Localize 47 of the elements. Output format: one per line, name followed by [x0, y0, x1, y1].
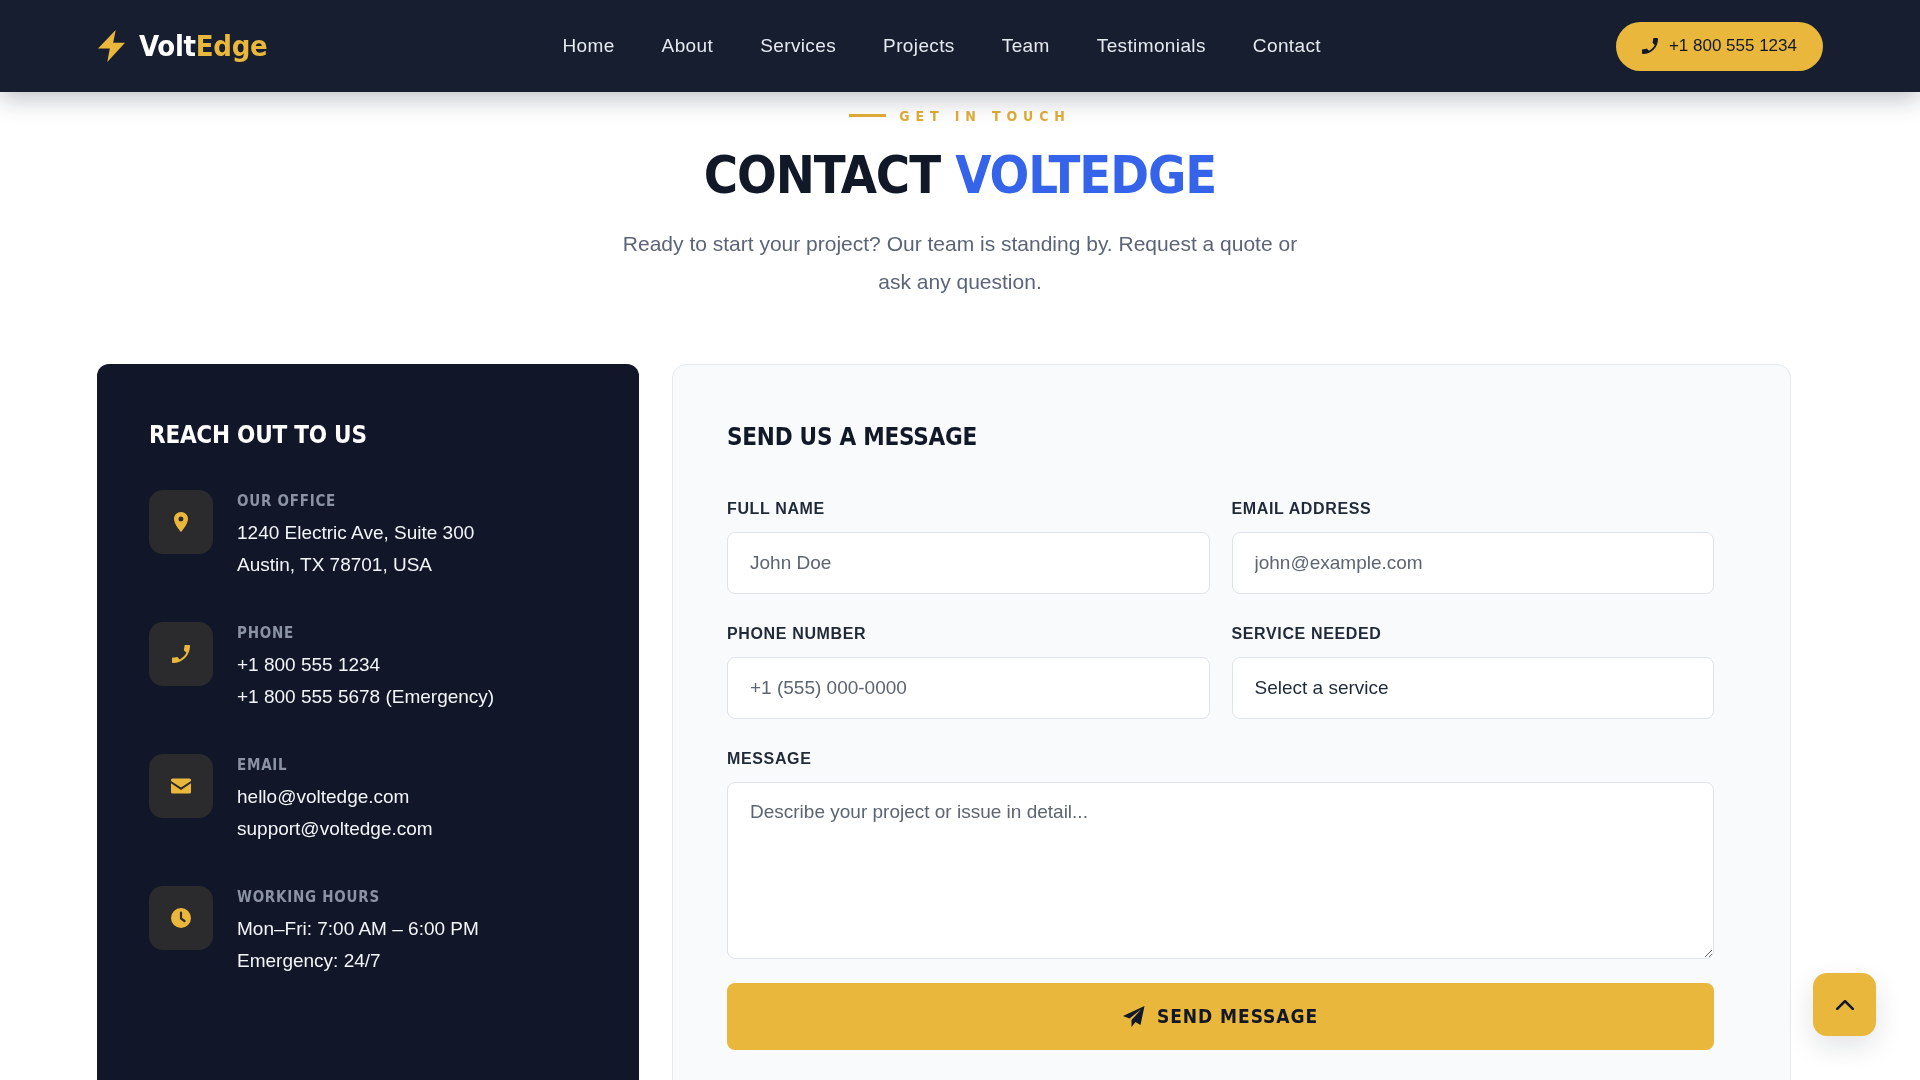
message-field[interactable]: Describe your project or issue in detail... — [727, 781, 1714, 959]
form-title: SEND US A MESSAGE — [727, 421, 978, 453]
contact-label: WORKING HOURS — [237, 886, 381, 908]
panel-title: REACH OUT TO US — [149, 419, 368, 451]
contact-detail: Emergency: 24/7 — [237, 948, 382, 973]
lightning-bolt-icon — [98, 30, 125, 62]
input-field[interactable]: john@example.com — [1231, 531, 1714, 594]
clock-icon — [149, 885, 213, 950]
contact-detail: +1 800 555 1234 — [237, 652, 382, 677]
input-field[interactable]: John Doe — [727, 531, 1210, 594]
contact-label: PHONE — [237, 622, 295, 644]
phone-icon — [149, 621, 213, 686]
contact-detail: support@voltedge.com — [237, 816, 433, 841]
contact-detail: +1 800 555 5678 (Emergency) — [237, 684, 495, 709]
nav-link[interactable]: Projects — [883, 35, 955, 57]
contact-detail: 1240 Electric Ave, Suite 300 — [237, 520, 475, 545]
page-title: CONTACT VOLTEDGE — [702, 143, 1218, 206]
section-eyebrow: GET IN TOUCH — [899, 106, 1071, 126]
nav-link[interactable]: Testimonials — [1096, 35, 1206, 57]
send-message-button[interactable]: SEND MESSAGE — [727, 982, 1714, 1050]
field-label: MESSAGE — [727, 748, 813, 769]
logo-text[interactable]: VoltEdge — [139, 29, 268, 63]
scroll-to-top-button[interactable] — [1813, 973, 1876, 1036]
field-label: SERVICE NEEDED — [1231, 623, 1383, 644]
nav-link[interactable]: Team — [1001, 35, 1050, 57]
contact-detail: hello@voltedge.com — [237, 784, 411, 809]
contact-detail: Austin, TX 78701, USA — [237, 552, 434, 577]
accent-line — [849, 114, 887, 117]
input-field[interactable]: +1 (555) 000-0000 — [727, 656, 1210, 719]
service-dropdown[interactable]: Select a service — [1231, 656, 1714, 719]
contact-label: OUR OFFICE — [237, 490, 338, 512]
nav-link[interactable]: Services — [760, 35, 837, 57]
phone-button[interactable]: +1 800 555 1234 — [1615, 21, 1823, 71]
chevron-up-icon — [1835, 999, 1854, 1010]
field-label: FULL NAME — [727, 498, 826, 519]
envelope-icon — [149, 753, 213, 818]
nav-link[interactable]: Home — [562, 35, 615, 57]
phone-icon — [1641, 38, 1658, 54]
nav-link[interactable]: About — [661, 35, 714, 57]
contact-detail: Mon–Fri: 7:00 AM – 6:00 PM — [237, 916, 479, 941]
nav-link[interactable]: Contact — [1252, 35, 1321, 57]
contact-label: EMAIL — [237, 754, 289, 776]
field-label: EMAIL ADDRESS — [1231, 498, 1373, 519]
intro-paragraph: Ready to start your project? Our team is standing by. Request a quote or ask any question. — [621, 230, 1299, 295]
paper-plane-icon — [1122, 1005, 1145, 1027]
map-pin-icon — [149, 489, 213, 554]
field-label: PHONE NUMBER — [727, 623, 868, 644]
